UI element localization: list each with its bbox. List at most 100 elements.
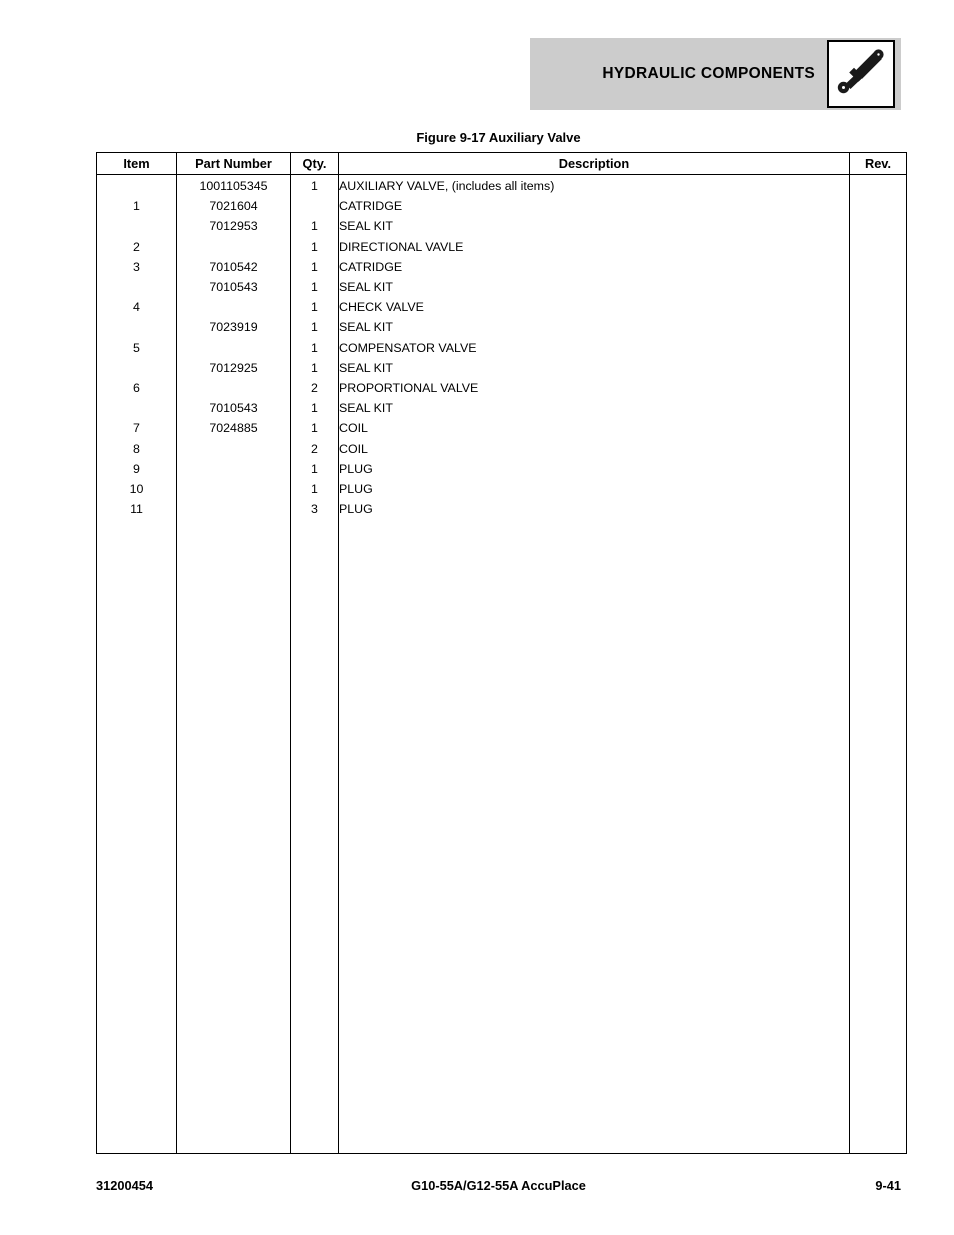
table-row: 70129251SEAL KIT [97,358,907,378]
cell-rev [850,358,907,378]
cell-qty: 1 [291,297,339,317]
table-row: 5 1COMPENSATOR VALVE [97,338,907,358]
cell-rev [850,196,907,216]
cell-item: 7 [97,418,177,438]
cell-item: 11 [97,499,177,519]
cell-rev [850,237,907,257]
cell-part-number [177,297,291,317]
cell-rev [850,317,907,337]
filler-cell-desc [339,519,850,1154]
table-row: 770248851COIL [97,418,907,438]
cell-description: SEAL KIT [339,358,850,378]
cell-part-number: 7010543 [177,277,291,297]
table-row: 370105421CATRIDGE [97,257,907,277]
cell-item [97,277,177,297]
cell-description: CHECK VALVE [339,297,850,317]
cell-qty: 2 [291,378,339,398]
cell-rev [850,479,907,499]
cell-description: SEAL KIT [339,216,850,236]
column-header-rev: Rev. [850,153,907,175]
cell-description: SEAL KIT [339,317,850,337]
cell-item: 1 [97,196,177,216]
cell-rev [850,499,907,519]
cell-item: 2 [97,237,177,257]
cell-item: 10 [97,479,177,499]
cell-qty: 1 [291,317,339,337]
cell-rev [850,459,907,479]
table-row: 91PLUG [97,459,907,479]
table-row: 82COIL [97,439,907,459]
page-title: HYDRAULIC COMPONENTS [602,65,815,83]
filler-cell-rev [850,519,907,1154]
table-row: 10011053451AUXILIARY VALVE, (includes al… [97,175,907,197]
table-row: 2 1DIRECTIONAL VAVLE [97,237,907,257]
column-header-part-number: Part Number [177,153,291,175]
cell-rev [850,378,907,398]
parts-list-table: Item Part Number Qty. Description Rev. 1… [96,152,907,1154]
cell-rev [850,297,907,317]
table-row: 17021604CATRIDGE [97,196,907,216]
table-row: 70105431SEAL KIT [97,277,907,297]
table-header-row: Item Part Number Qty. Description Rev. [97,153,907,175]
cell-description: SEAL KIT [339,277,850,297]
cell-item [97,358,177,378]
column-header-qty: Qty. [291,153,339,175]
cell-item: 9 [97,459,177,479]
cell-item [97,317,177,337]
cell-part-number: 7021604 [177,196,291,216]
table-row: 70105431SEAL KIT [97,398,907,418]
cell-item: 3 [97,257,177,277]
cell-description: COMPENSATOR VALVE [339,338,850,358]
cell-qty: 1 [291,398,339,418]
cell-qty [291,196,339,216]
cell-qty: 1 [291,277,339,297]
cell-description: COIL [339,418,850,438]
page-footer: 31200454 G10-55A/G12-55A AccuPlace 9-41 [96,1178,901,1196]
cell-part-number [177,237,291,257]
cell-qty: 1 [291,237,339,257]
cell-part-number: 7012953 [177,216,291,236]
cell-qty: 1 [291,175,339,197]
column-header-description: Description [339,153,850,175]
cell-rev [850,418,907,438]
cell-qty: 1 [291,257,339,277]
cell-description: SEAL KIT [339,398,850,418]
cell-qty: 1 [291,358,339,378]
cell-rev [850,338,907,358]
cell-item [97,216,177,236]
cell-qty: 3 [291,499,339,519]
cell-rev [850,257,907,277]
cell-qty: 1 [291,479,339,499]
cell-qty: 1 [291,418,339,438]
cell-item: 5 [97,338,177,358]
cell-part-number: 7010542 [177,257,291,277]
cell-part-number [177,499,291,519]
cell-item: 4 [97,297,177,317]
filler-cell-part [177,519,291,1154]
cell-rev [850,175,907,197]
table-row: 113PLUG [97,499,907,519]
table-row: 4 1CHECK VALVE [97,297,907,317]
cell-part-number: 7010543 [177,398,291,418]
cell-part-number [177,479,291,499]
cell-description: PLUG [339,479,850,499]
figure-caption: Figure 9-17 Auxiliary Valve [96,130,901,145]
cell-item: 6 [97,378,177,398]
filler-cell-item [97,519,177,1154]
cell-part-number [177,378,291,398]
table-row: 6 2PROPORTIONAL VALVE [97,378,907,398]
cell-qty: 1 [291,338,339,358]
cell-description: AUXILIARY VALVE, (includes all items) [339,175,850,197]
cell-part-number: 7012925 [177,358,291,378]
table-filler-row [97,519,907,1154]
cell-item: 8 [97,439,177,459]
page-header-band: HYDRAULIC COMPONENTS [530,38,901,110]
cell-rev [850,216,907,236]
cell-description: DIRECTIONAL VAVLE [339,237,850,257]
cell-description: PROPORTIONAL VALVE [339,378,850,398]
cell-part-number: 7024885 [177,418,291,438]
cell-item [97,175,177,197]
cell-rev [850,277,907,297]
cell-part-number: 7023919 [177,317,291,337]
cell-description: COIL [339,439,850,459]
